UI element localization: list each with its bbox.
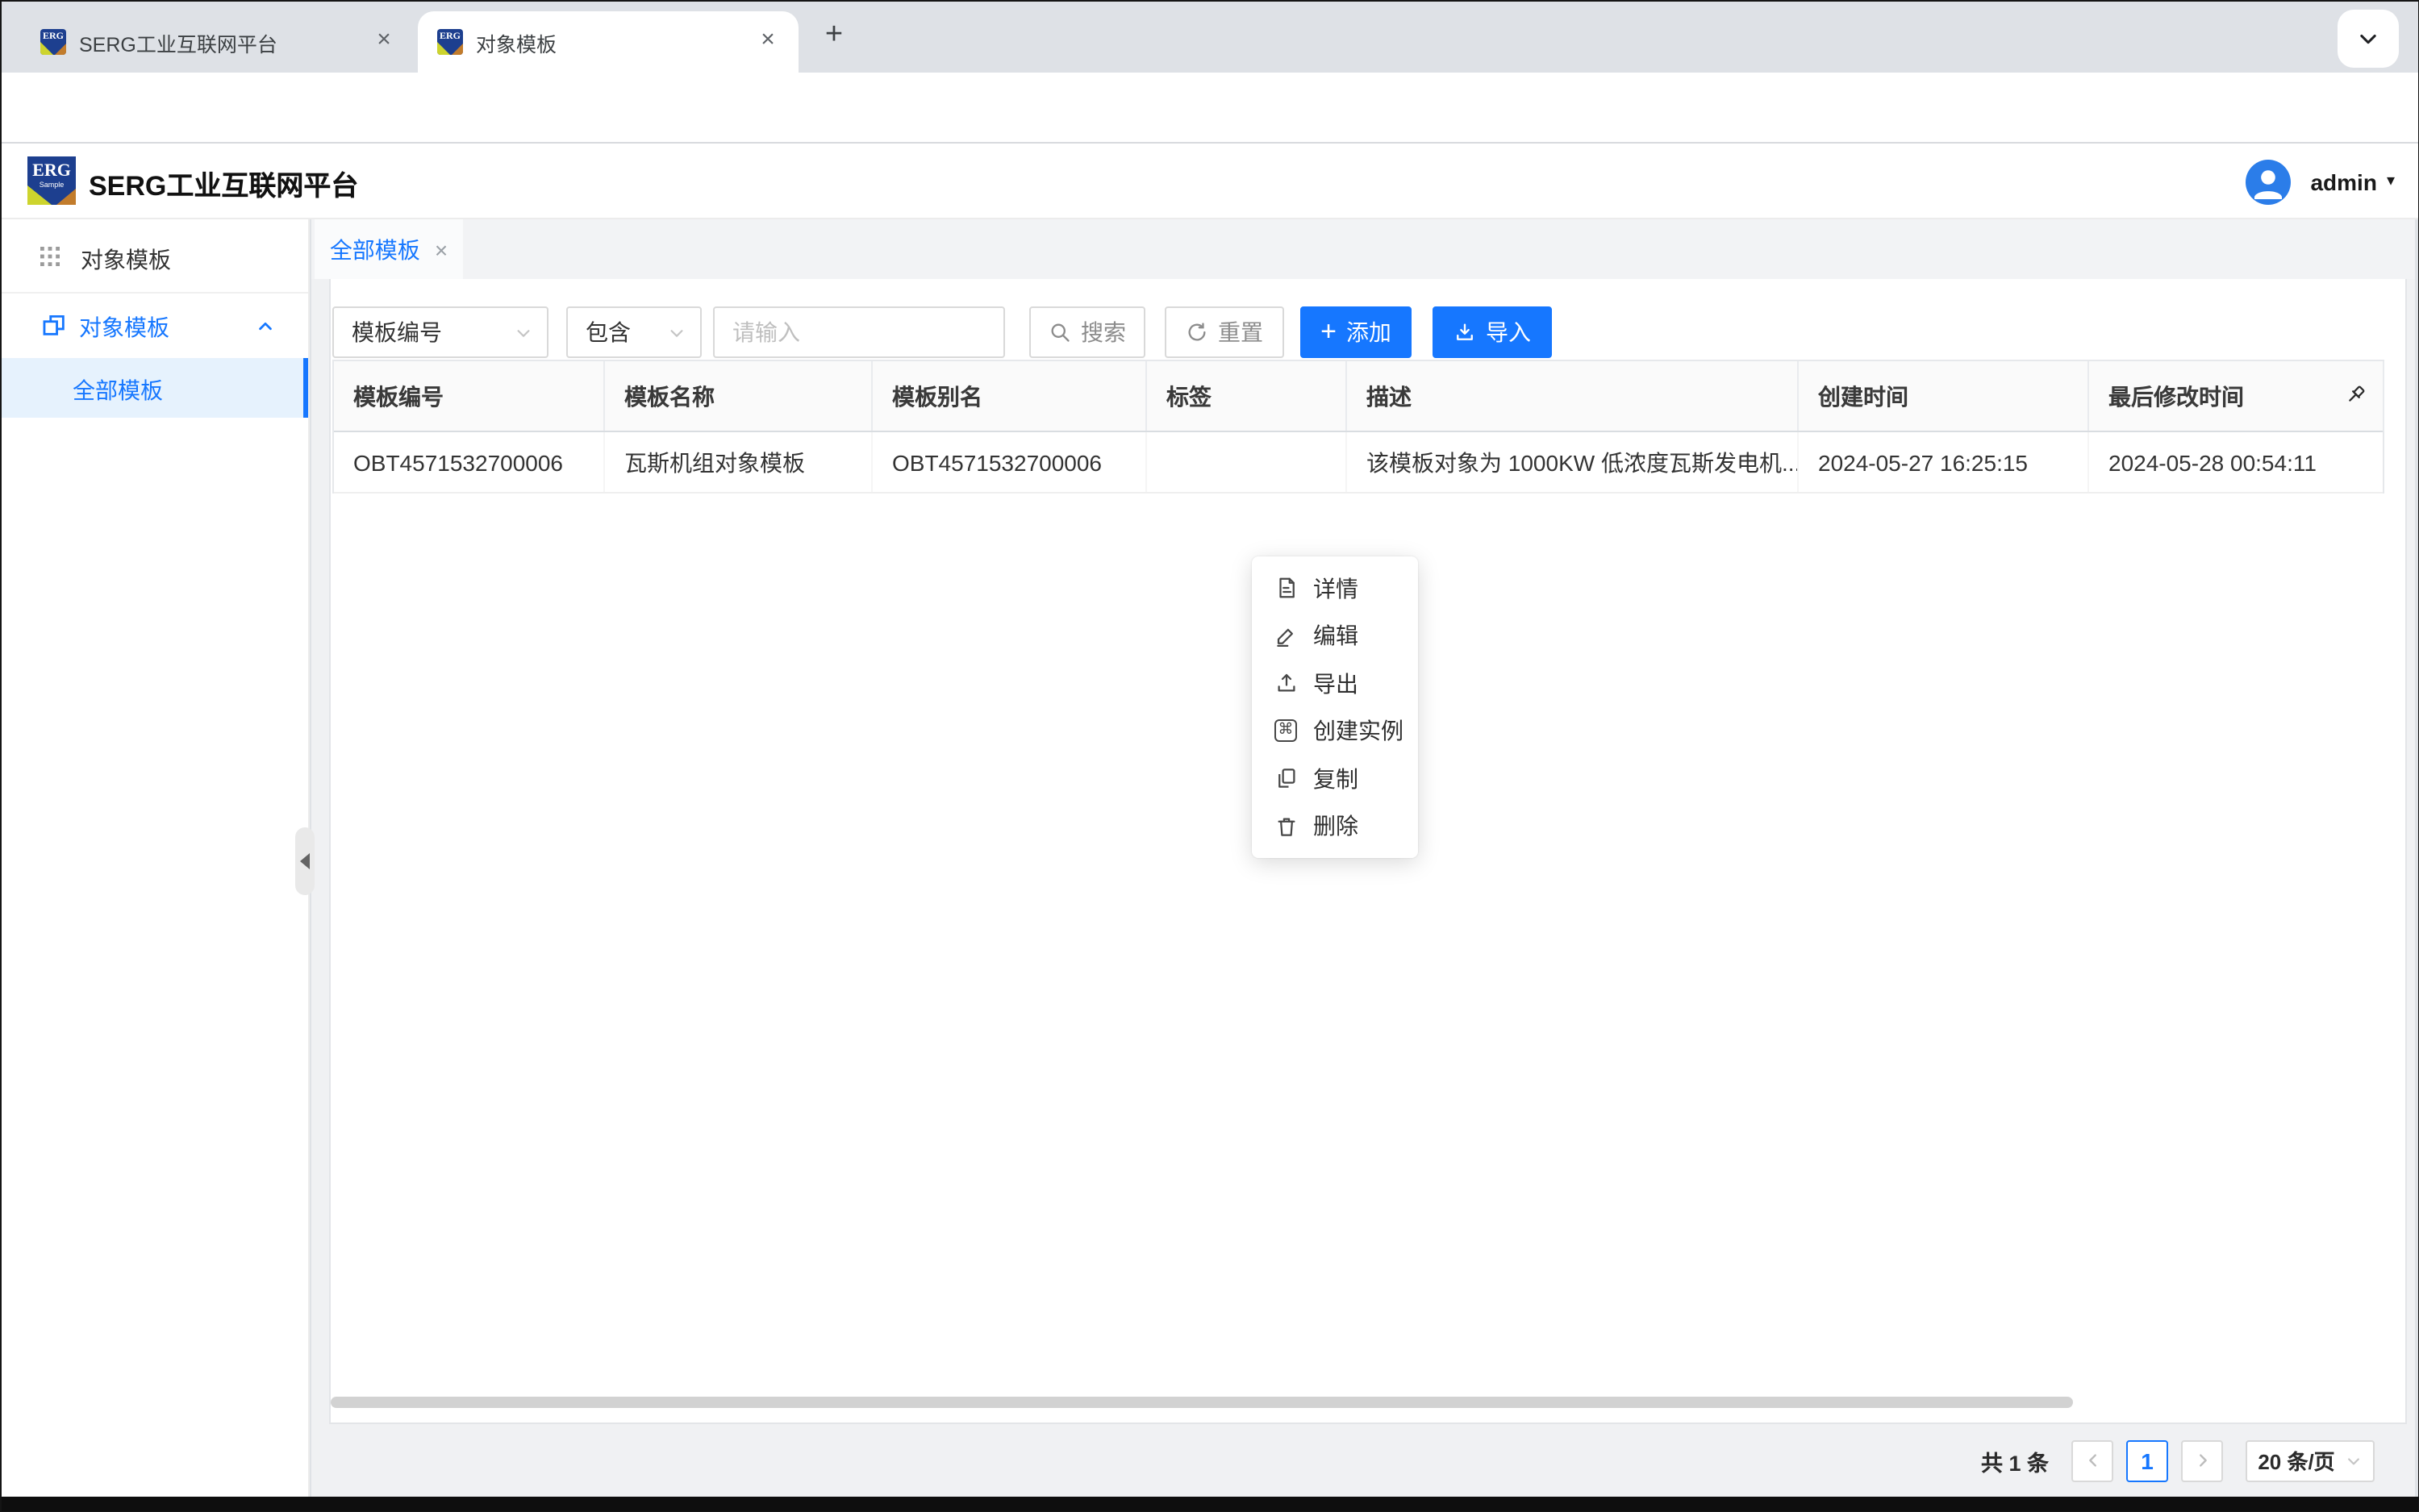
sidebar-app-label: 对象模板: [81, 247, 171, 273]
menu-item-delete[interactable]: 删除: [1252, 802, 1418, 850]
next-page-button[interactable]: [2181, 1439, 2223, 1481]
export-icon: [1273, 671, 1299, 697]
command-icon: ⌘: [1273, 719, 1299, 744]
tab-search-button[interactable]: [2338, 10, 2399, 68]
window-bottom-edge: [2, 1496, 2417, 1510]
reset-icon: [1188, 323, 1206, 341]
horizontal-scrollbar[interactable]: [331, 1397, 2073, 1408]
cell-template-code: OBT4571532700006: [334, 432, 605, 492]
user-menu[interactable]: admin ▾: [2246, 158, 2395, 205]
favicon: ERG: [437, 29, 463, 55]
file-icon: [1273, 576, 1299, 602]
pagination-bar: 共 1 条 1 20 条/页: [311, 1424, 2415, 1497]
browser-window: ERG SERG工业互联网平台 × ERG 对象模板 × + ERG Sampl…: [0, 0, 2419, 1512]
cell-template-alias: OBT4571532700006: [873, 432, 1147, 492]
cell-tags: [1147, 432, 1347, 492]
template-table: 模板编号 模板名称 模板别名 标签 描述 创建时间 最后修改时间 OBT4571…: [332, 360, 2384, 494]
browser-tab-object-template[interactable]: ERG 对象模板 ×: [418, 11, 799, 73]
page-size-select[interactable]: 20 条/页: [2246, 1439, 2375, 1481]
cell-created-time: 2024-05-27 16:25:15: [1799, 432, 2089, 492]
import-icon: [1457, 323, 1473, 340]
search-icon: [1051, 323, 1070, 342]
pencil-icon: [1273, 623, 1299, 649]
sidebar: 对象模板 对象模板 全部模板: [2, 219, 310, 1496]
total-count: 共 1 条: [1980, 1451, 2049, 1475]
field-select[interactable]: 模板编号: [332, 306, 548, 358]
user-name: admin: [2310, 169, 2377, 194]
menu-item-edit[interactable]: 编辑: [1252, 612, 1418, 660]
copy-icon: [1273, 766, 1299, 792]
browser-tab-title: SERG工业互联网平台: [79, 33, 277, 56]
filter-value-field: [713, 306, 1005, 358]
chevron-down-icon: [668, 323, 686, 341]
column-header: 模板名称: [605, 361, 873, 431]
chevron-down-icon: [2360, 34, 2376, 44]
app-title: SERG工业互联网平台: [89, 171, 359, 202]
column-header: 创建时间: [1799, 361, 2089, 431]
column-header: 模板编号: [334, 361, 605, 431]
app-header: ERG Sample SERG工业互联网平台 admin ▾: [2, 144, 2417, 219]
new-tab-button[interactable]: +: [811, 15, 857, 60]
collapse-arrow-icon: [300, 853, 310, 869]
column-header: 描述: [1347, 361, 1799, 431]
add-button[interactable]: + 添加: [1300, 306, 1412, 358]
search-button[interactable]: 搜索: [1029, 306, 1145, 358]
clone-squares-icon: [40, 311, 68, 339]
favicon: ERG: [40, 29, 66, 55]
app-grid-icon: [40, 247, 60, 266]
prev-page-button[interactable]: [2071, 1439, 2113, 1481]
cell-modified-time: 2024-05-28 00:54:11: [2108, 449, 2317, 475]
sidebar-item-label: 对象模板: [79, 314, 169, 340]
template-list-panel: 模板编号 包含 搜索: [329, 279, 2407, 1424]
trash-icon: [1273, 814, 1299, 839]
sidebar-item-object-template[interactable]: 对象模板: [2, 294, 308, 358]
tab-close-icon[interactable]: ×: [369, 27, 398, 56]
pin-icon[interactable]: [2342, 382, 2368, 408]
browser-tab-serg-platform[interactable]: ERG SERG工业互联网平台 ×: [21, 11, 415, 73]
page-tab-label: 全部模板: [329, 236, 420, 262]
cell-template-name: 瓦斯机组对象模板: [605, 432, 873, 492]
chevron-down-icon: [2348, 1457, 2360, 1464]
table-row[interactable]: OBT4571532700006 瓦斯机组对象模板 OBT45715327000…: [334, 432, 2383, 494]
reset-button[interactable]: 重置: [1165, 306, 1284, 358]
page-number-button[interactable]: 1: [2126, 1439, 2168, 1481]
column-header: 标签: [1147, 361, 1347, 431]
page-tab-close-icon[interactable]: ×: [435, 238, 448, 260]
import-button[interactable]: 导入: [1433, 306, 1552, 358]
page-tabbar: 全部模板 ×: [311, 219, 2415, 279]
sidebar-item-all-templates[interactable]: 全部模板: [2, 358, 308, 418]
menu-item-export[interactable]: 导出: [1252, 660, 1418, 707]
chevron-down-icon: [515, 323, 532, 341]
cell-description: 该模板对象为 1000KW 低浓度瓦斯发电机...: [1347, 432, 1799, 492]
column-header: 最后修改时间: [2089, 361, 2384, 431]
menu-item-create-instance[interactable]: ⌘ 创建实例: [1252, 707, 1418, 755]
table-header-row: 模板编号 模板名称 模板别名 标签 描述 创建时间 最后修改时间: [334, 361, 2384, 432]
column-header: 模板别名: [873, 361, 1147, 431]
sidebar-collapse-handle[interactable]: [295, 827, 315, 895]
selected-indicator: [302, 358, 308, 418]
menu-item-detail[interactable]: 详情: [1252, 564, 1418, 612]
browser-toolbar: https://serg.mixyun.com/mixapplication/#…: [2, 73, 2417, 206]
page-tab-all-templates[interactable]: 全部模板 ×: [315, 219, 463, 279]
content-area: 全部模板 × 模板编号 包含 请输入 搜索 重置 + 添加 导入 模板编号 模板…: [311, 219, 2415, 1496]
row-context-menu: 详情 编辑 导出 ⌘ 创建实例 复制 删除: [1252, 556, 1418, 858]
chevron-left-icon: [2088, 1454, 2096, 1467]
user-avatar-icon: [2246, 159, 2292, 204]
filter-value-input[interactable]: [732, 319, 974, 345]
plus-icon: +: [1320, 315, 1337, 346]
browser-tabstrip: ERG SERG工业互联网平台 × ERG 对象模板 × +: [2, 2, 2417, 73]
app-logo: ERG Sample: [27, 156, 76, 205]
tab-close-icon[interactable]: ×: [753, 27, 782, 56]
sidebar-app-switcher[interactable]: 对象模板: [2, 219, 308, 294]
chevron-right-icon: [2199, 1454, 2206, 1467]
operator-select[interactable]: 包含: [566, 306, 702, 358]
chevron-up-icon[interactable]: [256, 318, 274, 335]
caret-down-icon: ▾: [2386, 173, 2395, 190]
menu-item-copy[interactable]: 复制: [1252, 755, 1418, 802]
sidebar-subitem-label: 全部模板: [73, 377, 163, 403]
browser-tab-title: 对象模板: [476, 33, 557, 56]
